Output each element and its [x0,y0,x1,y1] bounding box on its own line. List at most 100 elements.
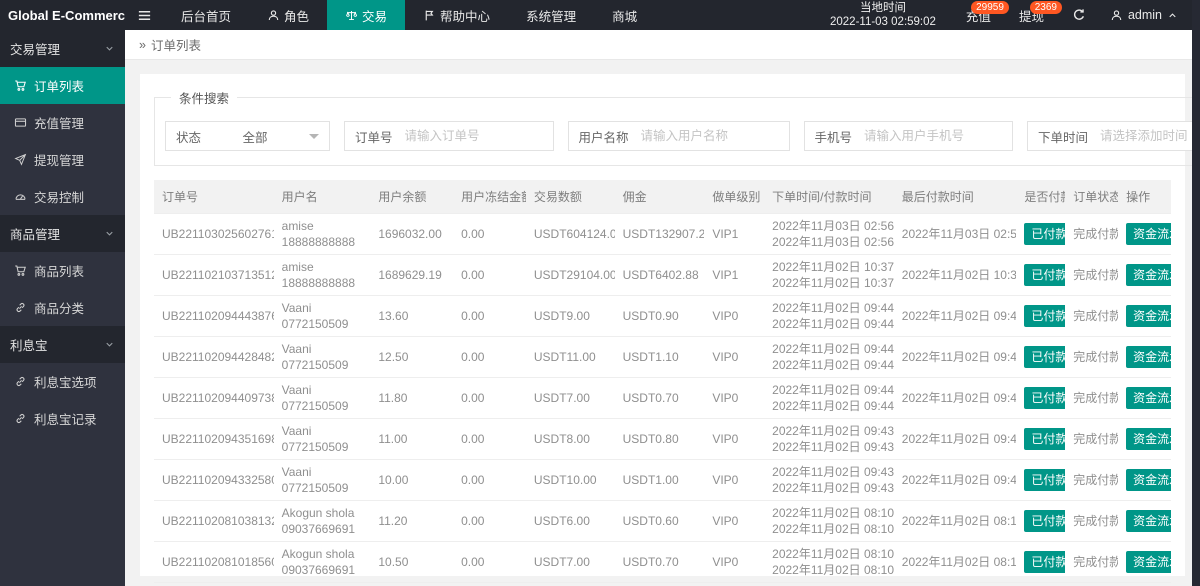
sidebar-section-goods-manage[interactable]: 商品管理 [0,215,125,252]
cell-frozen: 0.00 [453,213,526,255]
fund-flow-button[interactable]: 资金流水 [1126,551,1171,573]
sidebar-item-withdraw-manage[interactable]: 提现管理 [0,141,125,178]
order-time-input[interactable] [1098,122,1200,150]
paid-badge[interactable]: 已付款 [1024,264,1066,286]
cell-order-no: UB2211020943516989 [154,418,274,460]
cell-commission: USDT0.90 [614,295,705,337]
user-menu[interactable]: admin [1100,0,1200,30]
cell-level: VIP0 [704,459,765,501]
column-header: 最后付款时间 [893,180,1017,214]
sidebar-item-label: 提现管理 [34,154,85,168]
cell-paid: 已付款 [1016,459,1066,501]
cell-order-status: 完成付款 [1065,541,1119,583]
cell-action: 资金流水 [1118,459,1171,501]
cell-order-status: 完成付款 [1065,582,1119,586]
sidebar-item-order-list[interactable]: 订单列表 [0,67,125,104]
nav-item-label: 交易 [362,9,388,24]
paid-badge[interactable]: 已付款 [1024,346,1066,368]
fund-flow-button[interactable]: 资金流水 [1126,264,1171,286]
fund-flow-button[interactable]: 资金流水 [1126,346,1171,368]
user-phone: 0772150509 [281,440,349,454]
cell-last-pay-time: 2022年11月02日 08:10:29 [893,582,1017,586]
username-input[interactable] [638,122,789,150]
sidebar-item-goods-category[interactable]: 商品分类 [0,289,125,326]
cell-commission: USDT0.10 [614,582,705,586]
cell-last-pay-time: 2022年11月03日 02:56:32 [893,213,1017,255]
nav-item-home[interactable]: 后台首页 [163,0,249,30]
order-no-input[interactable] [402,122,553,150]
cell-last-pay-time: 2022年11月02日 08:11:08 [893,500,1017,542]
order-time: 2022年11月03日 02:56:02 [772,219,894,233]
cell-level: VIP0 [704,295,765,337]
cell-last-pay-time: 2022年11月02日 09:45:13 [893,295,1017,337]
cell-commission: USDT0.60 [614,500,705,542]
order-list-card: 条件搜索 状态 全部 订单号 请输入订单号 用户名称 请输入用户名称 手机号 请… [140,74,1200,586]
nav-item-help-center[interactable]: 帮助中心 [405,0,508,30]
cell-paid: 已付款 [1016,541,1066,583]
withdraw-badge: 2369 [1029,1,1062,14]
paid-badge[interactable]: 已付款 [1024,305,1066,327]
sidebar-item-trade-control[interactable]: 交易控制 [0,178,125,215]
fund-flow-button[interactable]: 资金流水 [1126,305,1171,327]
cell-order-pay-time: 2022年11月02日 10:37:13 2022年11月02日 10:37:1… [764,254,894,296]
sidebar-item-interest-records[interactable]: 利息宝记录 [0,400,125,437]
table-row: UB2211020943325804 Vaani 0772150509 10.0… [154,459,1171,501]
cell-level: VIP0 [704,582,765,586]
fund-flow-button[interactable]: 资金流水 [1126,510,1171,532]
user-name: Vaani [281,342,312,356]
cell-paid: 已付款 [1016,295,1066,337]
fund-flow-button[interactable]: 资金流水 [1126,428,1171,450]
paid-badge[interactable]: 已付款 [1024,510,1066,532]
gauge-icon [14,190,27,203]
column-header: 订单号 [154,180,274,214]
paid-badge[interactable]: 已付款 [1024,469,1066,491]
cell-level: VIP1 [704,213,765,255]
scale-icon [345,9,358,22]
column-header: 用户冻结金额 [453,180,526,214]
paid-badge[interactable]: 已付款 [1024,551,1066,573]
sidebar-section-trade-manage[interactable]: 交易管理 [0,30,125,67]
cell-order-status: 完成付款 [1065,459,1119,501]
cell-action: 资金流水 [1118,541,1171,583]
cell-user: Vaani 0772150509 [273,459,371,501]
fund-flow-button[interactable]: 资金流水 [1126,387,1171,409]
nav-item-trade[interactable]: 交易 [327,0,406,30]
nav-item-role[interactable]: 角色 [249,0,327,30]
column-header: 做单级别 [704,180,765,214]
paid-badge[interactable]: 已付款 [1024,223,1066,245]
pay-time: 2022年11月02日 08:10:27 [772,563,894,577]
withdraw-link[interactable]: 提现 2369 [1005,0,1062,30]
fund-flow-button[interactable]: 资金流水 [1126,223,1171,245]
menu-toggle-icon[interactable] [125,0,163,30]
refresh-icon[interactable] [1058,0,1100,30]
sidebar-item-label: 利息宝选项 [34,376,97,390]
sidebar-item-interest-options[interactable]: 利息宝选项 [0,363,125,400]
cell-order-pay-time: 2022年11月02日 08:10:38 2022年11月02日 08:10:4… [764,500,894,542]
sidebar-section-interest-treasure[interactable]: 利息宝 [0,326,125,363]
recharge-link[interactable]: 充值 29959 [952,0,1009,30]
cell-level: VIP0 [704,500,765,542]
cell-balance: 11.80 [370,377,454,419]
paid-badge[interactable]: 已付款 [1024,428,1066,450]
status-select[interactable]: 状态 全部 [165,121,330,151]
cell-user: Akogun shola 09037669691 [273,541,371,583]
sidebar-item-goods-list[interactable]: 商品列表 [0,252,125,289]
phone-input[interactable] [862,122,1013,150]
order-time: 2022年11月02日 08:10:38 [772,506,894,520]
cell-user: amise 18888888888 [273,254,371,296]
page-right-scroll-strip[interactable] [1192,0,1200,586]
sidebar: 交易管理 订单列表 充值管理 提现管理 交易控制 商品管理 商品列表 商品分类 … [0,30,125,586]
cell-order-no: UB2211020810185603 [154,541,274,583]
column-header: 交易数额 [525,180,615,214]
table-row: UB2211021037135125 amise 18888888888 168… [154,254,1171,296]
username: admin [1127,8,1162,22]
cell-order-pay-time: 2022年11月02日 08:10:18 2022年11月02日 08:10:2… [764,541,894,583]
sidebar-item-recharge-manage[interactable]: 充值管理 [0,104,125,141]
user-phone: 0772150509 [281,317,349,331]
user-name: Akogun shola [281,547,355,561]
fund-flow-button[interactable]: 资金流水 [1126,469,1171,491]
nav-item-mall[interactable]: 商城 [594,0,655,30]
paid-badge[interactable]: 已付款 [1024,387,1066,409]
nav-item-system-manage[interactable]: 系统管理 [508,0,594,30]
order-time: 2022年11月02日 10:37:13 [772,260,894,274]
